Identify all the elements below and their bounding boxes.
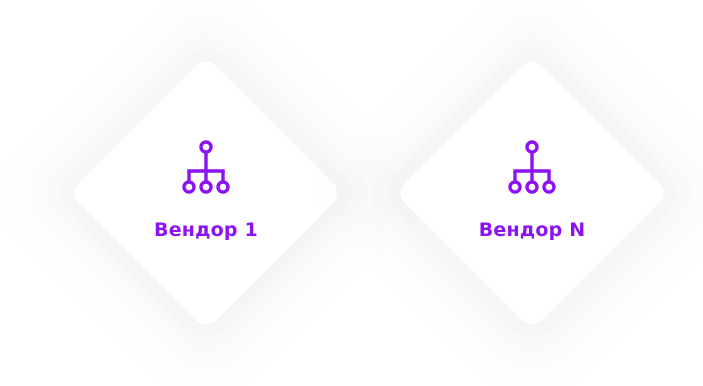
network-hierarchy-icon	[182, 140, 230, 194]
vendor-1-card: Вендор 1	[109, 0, 303, 386]
vendor-1-label: Вендор 1	[154, 219, 258, 241]
network-hierarchy-icon	[508, 140, 556, 194]
vendor-n-card: Вендор N	[435, 0, 629, 386]
vendors-diagram: Вендор 1 Вендор N	[0, 0, 703, 386]
vendor-n-label: Вендор N	[478, 219, 586, 241]
